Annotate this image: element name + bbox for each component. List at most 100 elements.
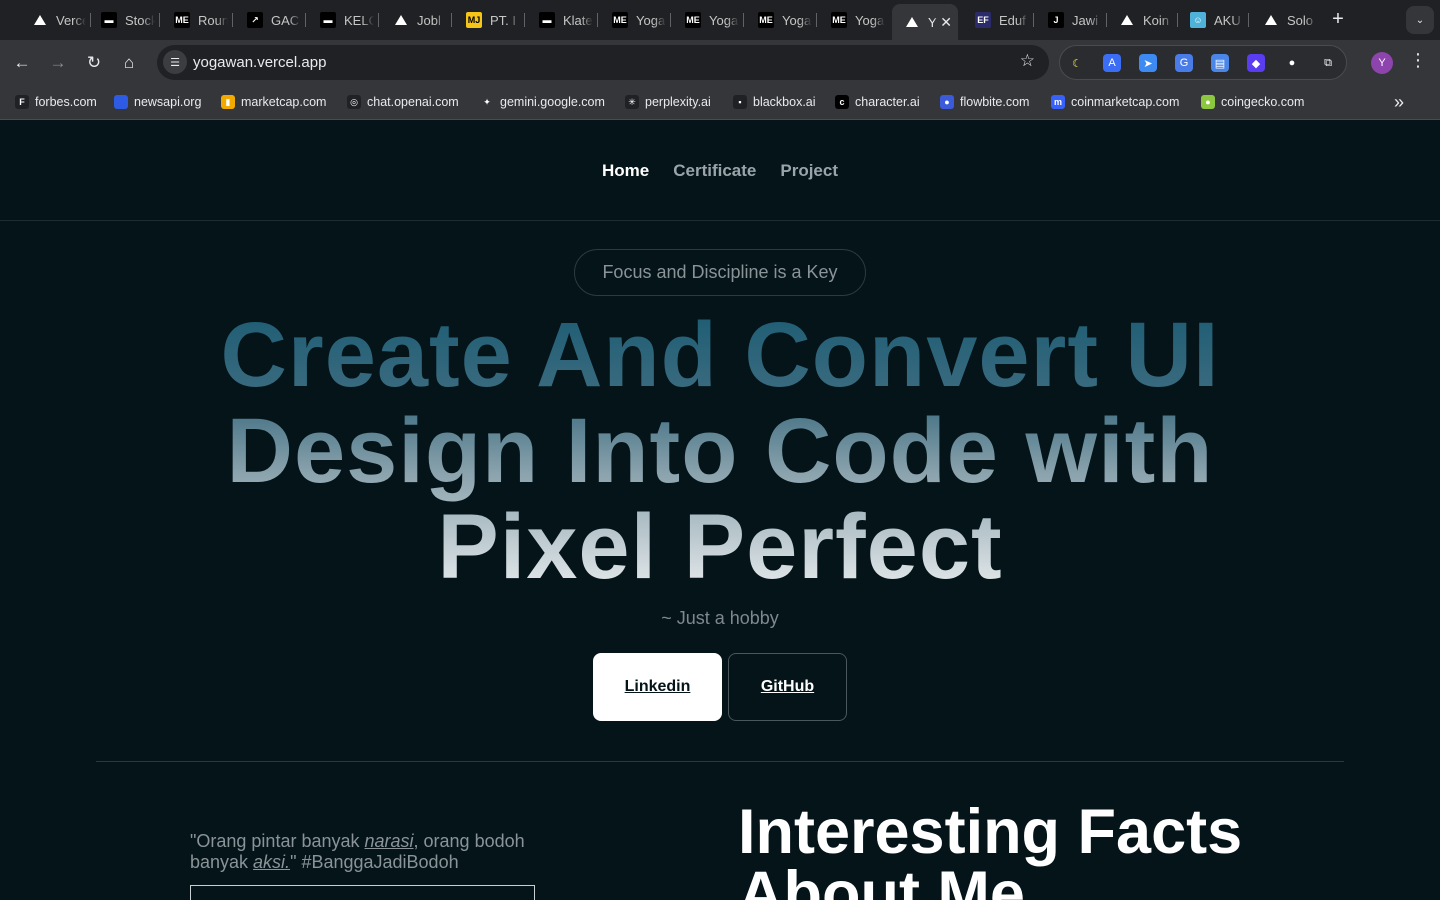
browser-tab[interactable]: J Jawi bbox=[1036, 6, 1104, 34]
reload-icon: ↻ bbox=[86, 53, 102, 72]
moon-icon[interactable]: ☾ bbox=[1068, 54, 1086, 72]
bookmark-star-icon[interactable]: ☆ bbox=[1020, 51, 1035, 71]
klate-icon: ▬ bbox=[539, 12, 555, 28]
browser-tab[interactable]: MJ PT. I bbox=[454, 6, 522, 34]
translate-a-icon[interactable]: A bbox=[1103, 54, 1121, 72]
linkedin-button[interactable]: Linkedin bbox=[593, 653, 722, 721]
browser-tab[interactable]: ME Yoga bbox=[819, 6, 887, 34]
reload-button[interactable]: ↻ bbox=[81, 50, 107, 76]
bookmarks-bar: » Fforbes.com newsapi.org ▮ marketcap.com ◎ c… bbox=[0, 86, 1440, 120]
bookmark-item[interactable]: ◎ chat.openai.com bbox=[347, 95, 459, 109]
google-translate-icon[interactable]: G bbox=[1175, 54, 1193, 72]
browser-tab[interactable]: Koin bbox=[1107, 6, 1175, 34]
bookmark-item[interactable]: ● flowbite.com bbox=[940, 95, 1029, 109]
url-text[interactable]: yogawan.vercel.app bbox=[193, 54, 326, 71]
browser-tab[interactable]: ME Yoga bbox=[673, 6, 741, 34]
me-icon: ME bbox=[612, 12, 628, 28]
address-bar[interactable]: ☰ yogawan.vercel.app ☆ bbox=[157, 45, 1049, 80]
nav-link-project[interactable]: Project bbox=[780, 161, 838, 181]
bookmark-item[interactable]: m coinmarketcap.com bbox=[1051, 95, 1179, 109]
tab-title: Stockbit bbox=[125, 12, 155, 28]
docs-icon[interactable]: ▤ bbox=[1211, 54, 1229, 72]
hero-headline-line-3: Pixel Perfect bbox=[437, 496, 1003, 598]
bookmark-item[interactable]: ● coingecko.com bbox=[1201, 95, 1304, 109]
bookmark-item[interactable]: ▪ blackbox.ai bbox=[733, 95, 816, 109]
nav-link-certificate[interactable]: Certificate bbox=[673, 161, 756, 181]
tab-title: Yoga bbox=[782, 12, 812, 28]
browser-tab[interactable]: ME Yoga bbox=[600, 6, 668, 34]
hero-headline-line-1: Create And Convert UI bbox=[220, 304, 1220, 406]
bookmark-item[interactable]: ▮ marketcap.com bbox=[221, 95, 326, 109]
forbes-icon: F bbox=[15, 95, 29, 109]
close-tab-icon[interactable]: ✕ bbox=[940, 14, 952, 31]
forward-button[interactable]: → bbox=[45, 50, 71, 76]
bookmark-label: marketcap.com bbox=[241, 95, 327, 109]
j-icon: J bbox=[1048, 12, 1064, 28]
browser-tab[interactable]: ▬ Klate bbox=[527, 6, 595, 34]
bookmark-item[interactable]: newsapi.org bbox=[114, 95, 201, 109]
browser-tab[interactable]: Solo bbox=[1251, 6, 1319, 34]
site-info-icon[interactable]: ☰ bbox=[163, 50, 187, 74]
bookmark-label: newsapi.org bbox=[134, 95, 202, 109]
bookmark-item[interactable]: ✳ perplexity.ai bbox=[625, 95, 711, 109]
github-button[interactable]: GitHub bbox=[728, 653, 847, 721]
me-icon: ME bbox=[685, 12, 701, 28]
tab-title: Koin bbox=[1143, 12, 1170, 28]
me-icon: ME bbox=[758, 12, 774, 28]
browser-tab[interactable]: Vercel bbox=[20, 6, 88, 34]
tab-title: Jobl bbox=[417, 12, 441, 28]
browser-tab[interactable]: EF Eduf bbox=[963, 6, 1031, 34]
vercel-triangle-icon bbox=[1263, 12, 1279, 28]
bookmark-item[interactable]: Fforbes.com bbox=[15, 95, 97, 109]
tab-title: PT. I bbox=[490, 12, 517, 28]
pinwheel-icon[interactable]: ◆ bbox=[1247, 54, 1265, 72]
vercel-triangle-icon bbox=[32, 12, 48, 28]
tab-title: Solo bbox=[1287, 12, 1314, 28]
quote-part-1: "Orang pintar banyak bbox=[190, 831, 365, 851]
gac-icon: ↗ bbox=[247, 12, 263, 28]
back-button[interactable]: ← bbox=[9, 50, 35, 76]
quote-text: "Orang pintar banyak narasi, orang bodoh… bbox=[190, 831, 570, 873]
browser-tab[interactable]: ▬ Stockbit bbox=[89, 6, 157, 34]
bookmark-item[interactable]: ✦ gemini.google.com bbox=[480, 95, 605, 109]
perplexity-icon: ✳ bbox=[625, 95, 639, 109]
record-icon[interactable]: ● bbox=[1283, 54, 1301, 72]
home-button[interactable]: ⌂ bbox=[116, 50, 142, 76]
mj-icon: MJ bbox=[466, 12, 482, 28]
browser-tab[interactable]: ME Round bbox=[162, 6, 230, 34]
profile-avatar[interactable]: Y bbox=[1371, 52, 1393, 74]
bookmark-label: chat.openai.com bbox=[367, 95, 459, 109]
tab-title: Round bbox=[198, 12, 228, 28]
newsapi-icon bbox=[114, 95, 128, 109]
bookmark-label: flowbite.com bbox=[960, 95, 1030, 109]
bookmark-item[interactable]: c character.ai bbox=[835, 95, 920, 109]
compass-icon[interactable]: ➤ bbox=[1139, 54, 1157, 72]
tab-title: GAC bbox=[271, 12, 300, 28]
coinmarketcap-icon: m bbox=[1051, 95, 1065, 109]
tab-separator bbox=[1248, 13, 1249, 27]
browser-tab[interactable]: Jobl bbox=[381, 6, 449, 34]
new-tab-button[interactable]: + bbox=[1326, 8, 1350, 32]
tab-search-button[interactable]: ⌄ bbox=[1406, 6, 1434, 34]
section-divider bbox=[96, 761, 1344, 762]
browser-tab[interactable]: ↗ GAC bbox=[235, 6, 303, 34]
nav-link-home[interactable]: Home bbox=[602, 161, 649, 181]
browser-tab[interactable]: ☺ AKU bbox=[1178, 6, 1246, 34]
tab-title: Yoga bbox=[636, 12, 666, 28]
hero-subtitle: ~ Just a hobby bbox=[661, 608, 779, 628]
puzzle-icon[interactable]: ⧉ bbox=[1319, 54, 1337, 72]
tab-title: Eduf bbox=[999, 12, 1026, 28]
browser-tab[interactable]: ▬ KELC bbox=[308, 6, 376, 34]
browser-tab[interactable]: Y ✕ bbox=[892, 4, 958, 40]
bookmark-label: forbes.com bbox=[35, 95, 97, 109]
quote-emphasis-2: aksi. bbox=[253, 852, 291, 872]
bookmark-label: coinmarketcap.com bbox=[1071, 95, 1180, 109]
browser-tab[interactable]: ME Yoga bbox=[746, 6, 814, 34]
more-bookmarks-icon[interactable]: » bbox=[1394, 92, 1404, 113]
tagline-pill: Focus and Discipline is a Key bbox=[574, 249, 866, 296]
tab-title: Vercel bbox=[56, 12, 86, 28]
tab-separator bbox=[670, 13, 671, 27]
arrow-left-icon: ← bbox=[13, 53, 31, 72]
browser-menu-icon[interactable]: ⋮ bbox=[1408, 50, 1428, 76]
vercel-triangle-icon bbox=[393, 12, 409, 28]
